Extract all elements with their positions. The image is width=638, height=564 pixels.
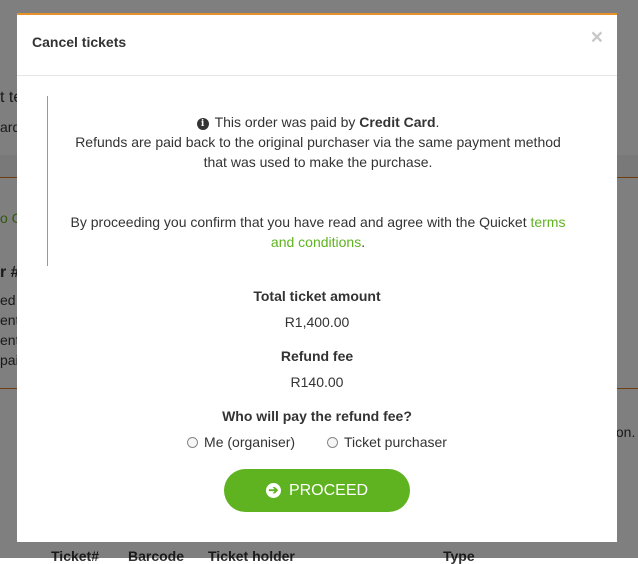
close-icon[interactable]: × (591, 27, 603, 48)
proceed-button[interactable]: ➔ PROCEED (224, 469, 410, 512)
payer-options: Me (organiser) Ticket purchaser (17, 434, 617, 451)
radio-label: Ticket purchaser (343, 434, 447, 450)
paid-by-line: i This order was paid by Credit Card. (48, 112, 588, 132)
payment-method: Credit Card (359, 114, 436, 130)
info-circle-icon: i (196, 118, 209, 130)
payer-question: Who will pay the refund fee? (222, 408, 412, 424)
radio-label: Me (organiser) (204, 434, 296, 450)
refund-info-line1: Refunds are paid back to the original pu… (75, 134, 561, 150)
refund-fee-value: R140.00 (290, 374, 344, 390)
period: . (361, 234, 366, 250)
agreement-prefix: By proceeding you confirm that you have … (70, 214, 531, 230)
refund-fee-label: Refund fee (280, 348, 354, 364)
terms-link[interactable]: and conditions (271, 234, 361, 250)
terms-link[interactable]: terms (530, 214, 565, 230)
period: . (435, 114, 440, 130)
modal-header: Cancel tickets × (17, 15, 617, 76)
modal-title: Cancel tickets (32, 34, 127, 50)
refund-info-line2: that was used to make the purchase. (203, 154, 433, 170)
radio-button[interactable] (326, 436, 338, 448)
radio-ticket-purchaser[interactable]: Ticket purchaser (326, 434, 447, 450)
radio-organiser[interactable]: Me (organiser) (187, 434, 295, 450)
total-amount-label: Total ticket amount (253, 288, 381, 304)
payment-notice: i This order was paid by Credit Card. Ref… (47, 96, 588, 266)
paid-by-text: This order was paid by (214, 114, 360, 130)
cancel-tickets-modal: Cancel tickets × i This order was paid by… (17, 13, 617, 542)
radio-button[interactable] (187, 436, 199, 448)
arrow-right-icon: ➔ (265, 483, 281, 498)
agreement-text: By proceeding you confirm that you have … (48, 212, 588, 252)
proceed-label: PROCEED (288, 481, 369, 499)
total-amount-value: R1,400.00 (284, 314, 350, 330)
